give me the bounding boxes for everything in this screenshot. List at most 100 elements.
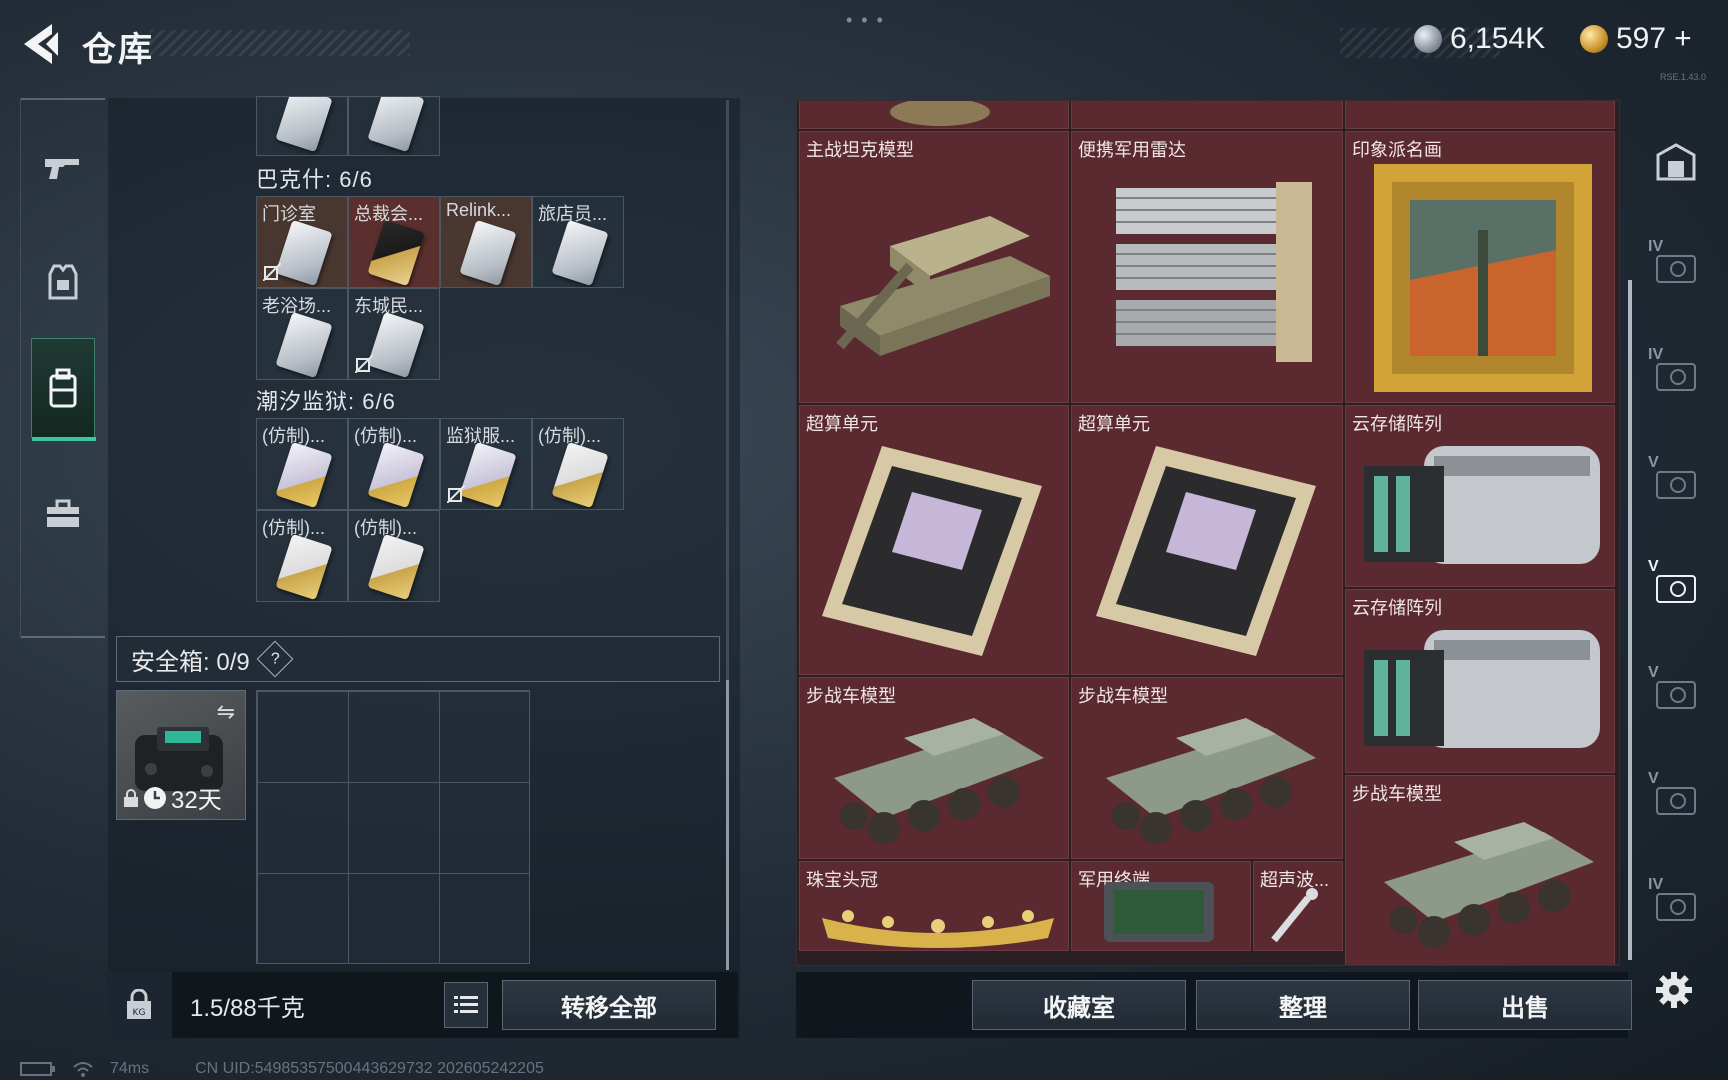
gold-coin-icon: [1580, 25, 1608, 53]
keycard-label: 老浴场...: [262, 296, 332, 316]
weight-text: 1.5/88千克: [190, 994, 305, 1022]
tier-label: V: [1648, 454, 1659, 471]
safebox-item[interactable]: ⇋ 32天: [116, 690, 246, 820]
help-icon[interactable]: ?: [256, 640, 294, 678]
stash-item-partial[interactable]: [1071, 101, 1343, 129]
transfer-all-button[interactable]: 转移全部: [502, 980, 716, 1030]
no-bind-icon: [355, 355, 373, 373]
gold-currency[interactable]: 597 +: [1580, 22, 1692, 56]
tab-tier-iv-c[interactable]: IV: [1644, 862, 1708, 952]
stash-item-partial[interactable]: [1345, 101, 1615, 129]
title-stripe: [150, 30, 410, 56]
sort-button[interactable]: 整理: [1196, 980, 1410, 1030]
stash-item-partial[interactable]: [799, 101, 1069, 129]
weight-lock[interactable]: KG: [106, 972, 172, 1038]
nav-gear[interactable]: [31, 232, 95, 332]
stash-item-ifv-model[interactable]: 步战车模型: [799, 677, 1069, 859]
tab-tier-iv-a[interactable]: IV: [1644, 224, 1708, 314]
nav-case[interactable]: [31, 464, 95, 564]
keycard-slot[interactable]: 门诊室: [256, 196, 348, 288]
stash-item-crown[interactable]: 珠宝头冠: [799, 861, 1069, 951]
ultrasonic-probe-icon: [1271, 888, 1318, 943]
keycard-slot[interactable]: 东城民...: [348, 288, 440, 380]
gun-icon: [45, 159, 79, 179]
stash-item-ifv-model[interactable]: 步战车模型: [1071, 677, 1343, 859]
stash-item-ifv-model[interactable]: 步战车模型: [1345, 775, 1615, 965]
gear-icon: [1656, 972, 1692, 1008]
keycard-slot[interactable]: 老浴场...: [256, 288, 348, 380]
bakeshi-row-2: 老浴场... 东城民...: [256, 288, 440, 380]
swap-icon[interactable]: ⇋: [217, 699, 235, 725]
keycard-icon: [551, 219, 609, 287]
backpack-scrollbar[interactable]: [726, 680, 729, 970]
list-icon: [454, 996, 478, 1013]
stash-item-cloud-array[interactable]: 云存储阵列: [1345, 589, 1615, 773]
item-slot[interactable]: [348, 96, 440, 156]
item-slot[interactable]: [256, 96, 348, 156]
tier-label: V: [1648, 558, 1659, 575]
status-bar: 74ms CN UID:54985357500443629732 2026052…: [20, 1058, 1020, 1080]
stash-item-compute-unit[interactable]: 超算单元: [1071, 405, 1343, 675]
briefcase-icon: [47, 499, 79, 527]
item-label: 主战坦克模型: [806, 140, 914, 160]
keycard-icon: [275, 311, 333, 379]
keycard-slot[interactable]: 总裁会...: [348, 196, 440, 288]
nav-backpack[interactable]: [31, 338, 96, 441]
tab-tier-iv-b[interactable]: IV: [1644, 332, 1708, 422]
tier-label: IV: [1648, 238, 1664, 255]
keycard-label: (仿制)...: [538, 426, 601, 446]
keycard-slot[interactable]: 旅店员...: [532, 196, 624, 288]
tier-label: IV: [1648, 346, 1664, 363]
collection-room-button[interactable]: 收藏室: [972, 980, 1186, 1030]
camera-icon: [1656, 255, 1696, 283]
stash-item-painting[interactable]: 印象派名画: [1345, 131, 1615, 403]
silver-currency[interactable]: 6,154K: [1414, 22, 1545, 56]
nav-divider-bottom: [21, 636, 105, 638]
stash-scrollbar[interactable]: [1628, 280, 1632, 960]
silver-amount: 6,154K: [1450, 22, 1546, 55]
tab-tier-v-a[interactable]: V: [1644, 440, 1708, 530]
vault-icon: [1656, 143, 1696, 181]
stash-item-tank[interactable]: 主战坦克模型: [799, 131, 1069, 403]
item-label: 便携军用雷达: [1078, 140, 1186, 160]
keycard-slot[interactable]: (仿制)...: [348, 510, 440, 602]
add-gold-button[interactable]: +: [1674, 22, 1692, 56]
camera-icon: [1656, 681, 1696, 709]
backpack-footer: KG 1.5/88千克 转移全部: [106, 972, 738, 1038]
compute-unit-icon: [822, 446, 1042, 656]
stash-item-terminal[interactable]: 军用终端: [1071, 861, 1251, 951]
safebox-empty-slots[interactable]: [256, 690, 530, 964]
keycard-label: (仿制)...: [354, 426, 417, 446]
keycard-slot[interactable]: (仿制)...: [256, 510, 348, 602]
keycard-slot[interactable]: (仿制)...: [532, 418, 624, 510]
tab-tier-v-b[interactable]: V: [1644, 544, 1708, 634]
gold-amount: 597: [1616, 22, 1667, 55]
item-label: 印象派名画: [1352, 140, 1442, 160]
back-button[interactable]: [18, 20, 62, 68]
stash-item-radar[interactable]: 便携军用雷达: [1071, 131, 1343, 403]
keycard-slot[interactable]: (仿制)...: [348, 418, 440, 510]
settings-button[interactable]: [1650, 966, 1698, 1014]
safebox-count: 0/9: [216, 648, 250, 676]
keycard-icon: [275, 97, 333, 153]
cloud-array-icon: [1364, 630, 1600, 748]
ifv-model-icon: [834, 718, 1044, 844]
keycard-slot[interactable]: (仿制)...: [256, 418, 348, 510]
nav-weapon[interactable]: [31, 118, 95, 218]
tab-tier-v-d[interactable]: V: [1644, 756, 1708, 846]
keycard-icon: [367, 311, 425, 379]
tab-all[interactable]: [1644, 116, 1708, 206]
help-glyph: ?: [270, 650, 280, 667]
stash-item-cloud-array[interactable]: 云存储阵列: [1345, 405, 1615, 587]
tab-tier-v-c[interactable]: V: [1644, 650, 1708, 740]
list-view-button[interactable]: [444, 982, 488, 1028]
keycard-label: 旅店员...: [538, 204, 608, 224]
keycard-slot[interactable]: Relink...: [440, 196, 532, 288]
radar-icon: [1116, 182, 1312, 362]
keycard-slot[interactable]: 监狱服...: [440, 418, 532, 510]
sell-button[interactable]: 出售: [1418, 980, 1632, 1030]
stash-item-compute-unit[interactable]: 超算单元: [799, 405, 1069, 675]
camera-icon: [1656, 787, 1696, 815]
stash-item-ultrasonic[interactable]: 超声波...: [1253, 861, 1343, 951]
partial-item-icon: [890, 101, 990, 126]
